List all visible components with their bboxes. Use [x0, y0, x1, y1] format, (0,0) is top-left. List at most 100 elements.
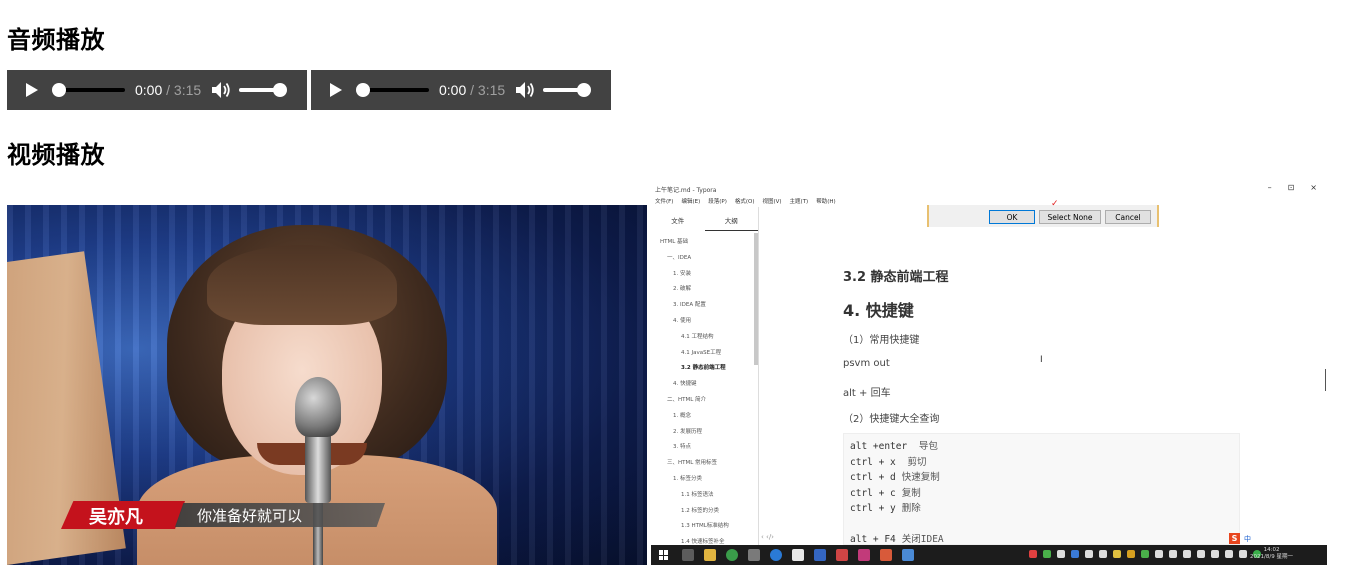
taskbar-app-icon	[726, 549, 738, 561]
system-tray	[1029, 550, 1261, 558]
scroll-indicator	[1325, 369, 1326, 391]
code-comment: 关闭IDEA	[901, 534, 944, 545]
name-caption: 吴亦凡	[61, 501, 185, 529]
ime-indicator: S 中	[1229, 533, 1251, 544]
code-line: ctrl + d 快速复制	[850, 469, 1239, 485]
taskbar-app-icon	[880, 549, 892, 561]
code-text: alt + F4	[850, 534, 896, 545]
taskbar-app-icon	[682, 549, 694, 561]
sidebar-scrollbar	[754, 233, 758, 365]
singer-bangs	[207, 245, 397, 325]
outline-item: 2. 破解	[673, 286, 691, 293]
outline-item: 三、HTML 常用标签	[667, 460, 718, 467]
cancel-button: Cancel	[1105, 210, 1151, 224]
clock-date: 2021/8/9 星期一	[1250, 554, 1293, 560]
code-text: ctrl + y	[850, 503, 896, 514]
doc-heading-2: 4. 快捷键	[843, 301, 914, 320]
outline-item: 1.3 HTML标准结构	[681, 523, 729, 530]
outline-item: 3.2 静态前端工程	[681, 365, 726, 372]
menu-theme: 主题(T)	[789, 199, 809, 205]
video-player-concert[interactable]: 吴亦凡 你准备好就可以	[7, 205, 647, 565]
outline-item: 3. 特点	[673, 444, 691, 451]
audio-time: 0:00 / 3:15	[439, 82, 505, 98]
volume-slider[interactable]	[543, 83, 592, 97]
ime-mode: 中	[1244, 534, 1251, 543]
outline-item: 1.2 标签的分类	[681, 507, 719, 514]
code-text: alt +enter	[850, 441, 908, 452]
close-icon: ×	[1310, 183, 1317, 192]
window-controls: – ⊡ ×	[1268, 183, 1317, 192]
code-line: ctrl + c 复制	[850, 485, 1239, 501]
video-player-screen-recording[interactable]: 上午笔记.md - Typora – ⊡ × 文件(F) 编辑(E) 段落(P)…	[651, 181, 1327, 565]
subtitle-text: 你准备好就可以	[197, 507, 303, 525]
play-icon[interactable]	[329, 82, 343, 98]
menu-view: 视图(V)	[762, 199, 782, 205]
doc-paragraph: alt + 回车	[843, 388, 891, 399]
text-cursor-icon: I	[1040, 355, 1043, 365]
outline-item: 二、HTML 简介	[667, 396, 707, 403]
microphone-head	[295, 377, 341, 437]
window-title: 上午笔记.md - Typora	[655, 187, 717, 194]
volume-icon[interactable]	[515, 81, 535, 99]
outline-item: 4.1 工程结构	[681, 333, 714, 340]
sogou-icon: S	[1229, 533, 1240, 544]
outline-item: 4.1 JavaSE工程	[681, 349, 722, 356]
code-line: ctrl + x 剪切	[850, 454, 1239, 470]
code-comment: 删除	[901, 503, 921, 514]
outline-item: 2. 发展历程	[673, 428, 702, 435]
menu-format: 格式(O)	[734, 199, 755, 205]
play-icon[interactable]	[25, 82, 39, 98]
select-none-button: Select None	[1039, 210, 1101, 224]
outline-item: 1. 概念	[673, 412, 691, 419]
windows-start-icon	[659, 550, 669, 560]
outline-list: HTML 基础 一、IDEA 1. 安装 2. 破解 3. IDEA 配置 4. 使用 4.…	[651, 237, 751, 553]
volume-thumb[interactable]	[273, 83, 288, 97]
outline-sidebar: 文件 大纲 HTML 基础 一、IDEA 1. 安装 2. 破解 3. IDEA 配置 4…	[651, 207, 759, 545]
taskbar-app-icon	[748, 549, 760, 561]
taskbar-app-icon	[704, 549, 716, 561]
name-caption-text: 吴亦凡	[89, 507, 143, 528]
duration: 3:15	[173, 82, 202, 98]
taskbar-app-icon	[902, 549, 914, 561]
taskbar-app-icon	[770, 549, 782, 561]
outline-item: 一、IDEA	[667, 254, 692, 261]
clock-time: 14:02	[1263, 547, 1280, 553]
taskbar-app-icon	[814, 549, 826, 561]
seek-thumb[interactable]	[356, 83, 370, 97]
code-line: ctrl + y 删除	[850, 500, 1239, 516]
volume-icon[interactable]	[211, 81, 231, 99]
taskbar-app-icon	[836, 549, 848, 561]
outline-item: 1. 标签分类	[673, 475, 702, 482]
outline-item: 4. 使用	[673, 317, 691, 324]
duration: 3:15	[477, 82, 506, 98]
sidebar-tabs: 文件 大纲	[651, 207, 758, 231]
code-text: ctrl + x	[850, 456, 896, 468]
code-text: ctrl + d	[850, 472, 896, 483]
tab-outline: 大纲	[704, 207, 758, 231]
audio-player[interactable]: 0:00 / 3:15	[7, 70, 307, 110]
menu-paragraph: 段落(P)	[708, 199, 727, 205]
outline-item: HTML 基础	[660, 239, 689, 245]
menu-file: 文件(F)	[655, 199, 674, 205]
code-line: alt +enter 导包	[850, 438, 1239, 454]
taskbar-app-icon	[792, 549, 804, 561]
taskbar: 14:02 2021/8/9 星期一	[651, 545, 1327, 565]
audio-seek-bar[interactable]	[356, 83, 429, 97]
sidebar-footer: ‹ ‹/›	[761, 533, 774, 541]
current-time: 0:00	[135, 82, 163, 98]
video-section-heading: 视频播放	[7, 141, 105, 169]
volume-thumb[interactable]	[577, 83, 592, 97]
current-time: 0:00	[439, 82, 467, 98]
audio-seek-bar[interactable]	[52, 83, 125, 97]
checkmark-icon: ✓	[1051, 199, 1059, 209]
taskbar-app-icon	[858, 549, 870, 561]
volume-slider[interactable]	[239, 83, 288, 97]
ok-button: OK	[989, 210, 1035, 224]
dialog-buttons: OK Select None Cancel ✓	[927, 199, 1159, 227]
seek-thumb[interactable]	[52, 83, 66, 97]
code-comment: 快速复制	[901, 472, 940, 483]
audio-player[interactable]: 0:00 / 3:15	[311, 70, 611, 110]
code-block: alt +enter 导包 ctrl + x 剪切 ctrl + d 快速复制 ctrl…	[843, 433, 1240, 545]
minimize-icon: –	[1267, 183, 1272, 192]
